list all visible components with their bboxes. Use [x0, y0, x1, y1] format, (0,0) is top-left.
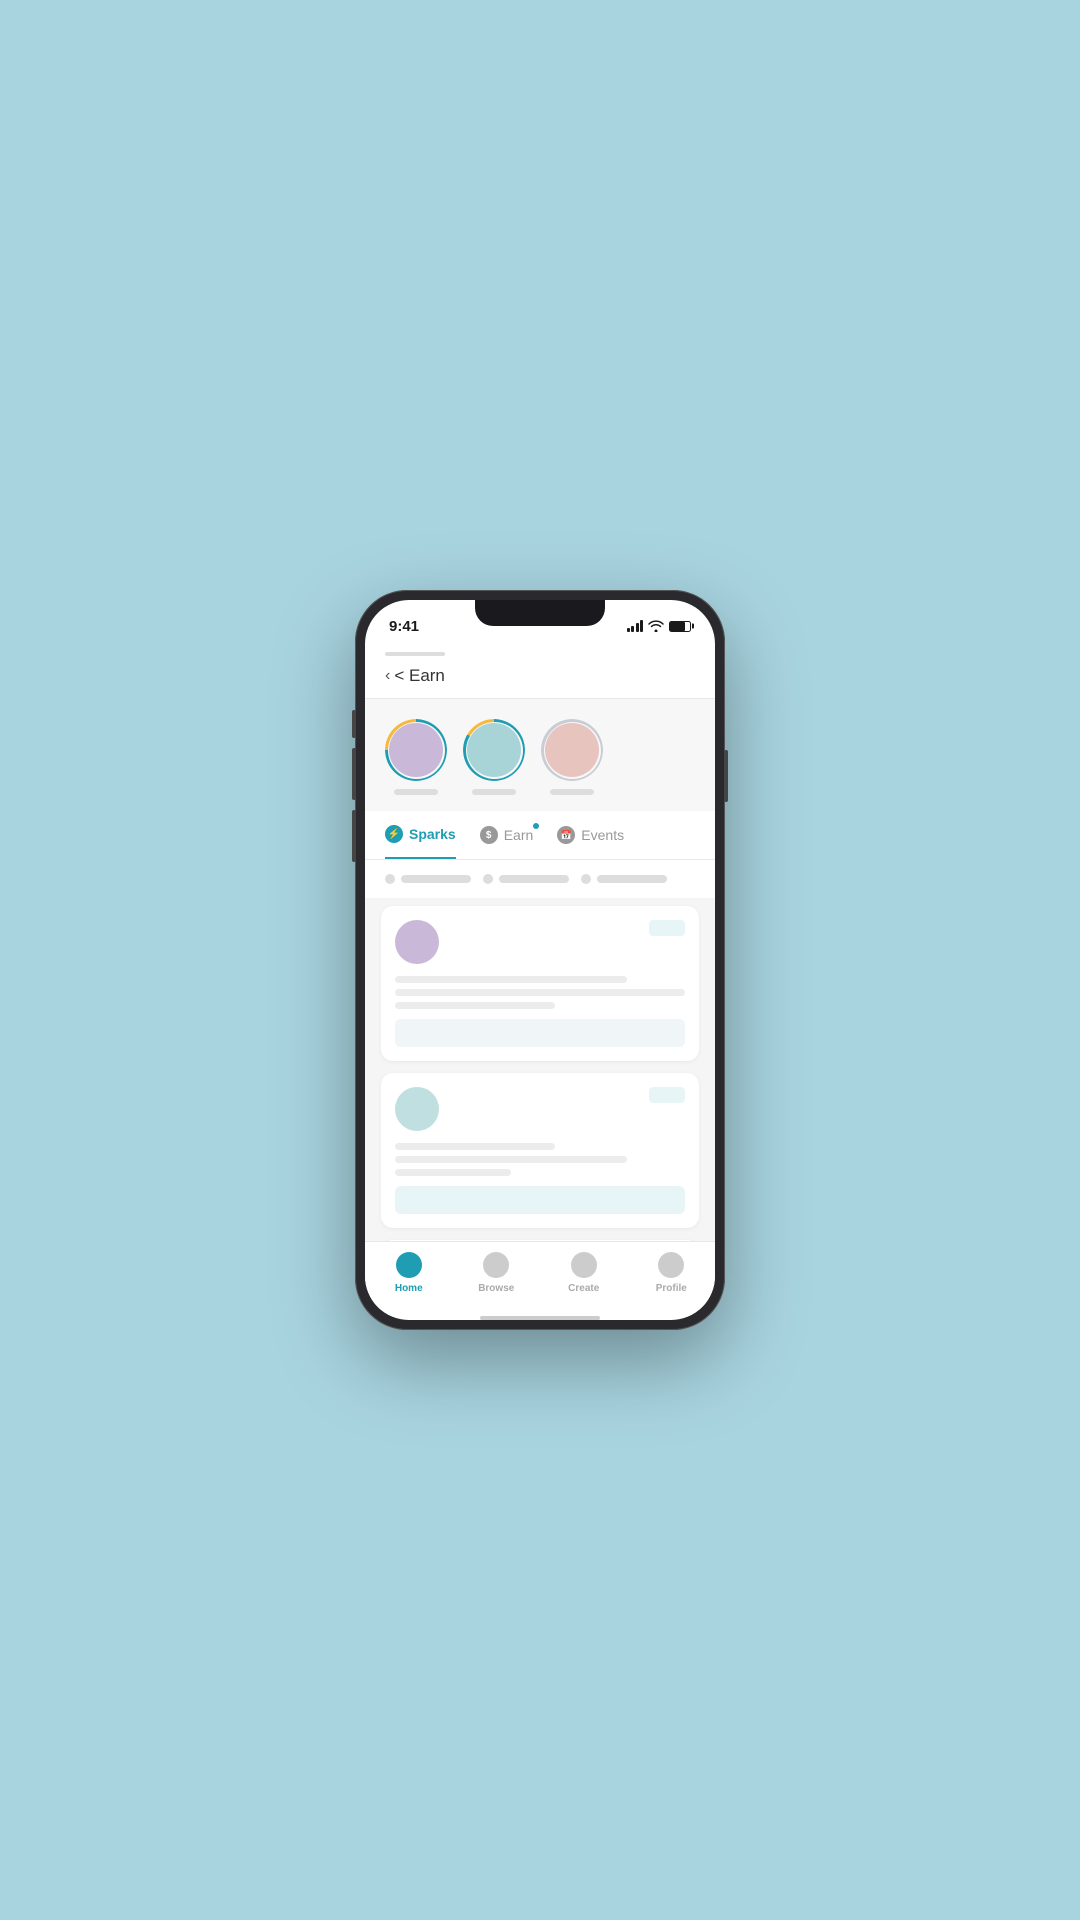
- story-item-1[interactable]: [385, 719, 447, 795]
- browse-nav-label: Browse: [478, 1283, 514, 1294]
- card-1-line-2: [395, 989, 685, 996]
- card-1-avatar: [395, 920, 439, 964]
- stories-row: [365, 699, 715, 811]
- card-2-avatar: [395, 1087, 439, 1131]
- filter-dot-3: [581, 874, 591, 884]
- story-label-3: [550, 789, 594, 795]
- filter-chip-3[interactable]: [581, 874, 667, 884]
- status-time: 9:41: [389, 618, 419, 635]
- events-icon: 📅: [557, 826, 575, 844]
- filter-text-1: [401, 875, 471, 883]
- earn-notification-dot: [533, 823, 539, 829]
- story-avatar-inner-2: [467, 723, 521, 777]
- phone-frame: 9:41: [355, 590, 725, 1330]
- back-chevron-icon: ‹: [385, 667, 390, 685]
- story-item-3[interactable]: [541, 719, 603, 795]
- breadcrumb-line: [385, 652, 445, 656]
- profile-nav-icon: [658, 1252, 684, 1278]
- filter-text-2: [499, 875, 569, 883]
- cards-container: [365, 898, 715, 1241]
- tab-sparks[interactable]: ⚡ Sparks: [385, 811, 456, 859]
- story-avatar-2: [463, 719, 525, 781]
- signal-bar-2: [631, 626, 634, 632]
- screen-content: ‹ < Earn: [365, 644, 715, 1241]
- story-avatar-inner-1: [389, 723, 443, 777]
- earn-icon: $: [480, 826, 498, 844]
- story-avatar-3: [541, 719, 603, 781]
- card-2-action[interactable]: [395, 1186, 685, 1214]
- card-2-line-3: [395, 1169, 511, 1176]
- status-icons: [627, 620, 692, 632]
- card-2-lines: [395, 1143, 685, 1176]
- header: ‹ < Earn: [365, 644, 715, 698]
- card-1-top: [395, 920, 685, 964]
- signal-bar-3: [636, 623, 639, 632]
- card-2-top: [395, 1087, 685, 1131]
- story-item-2[interactable]: [463, 719, 525, 795]
- tab-earn[interactable]: $ Earn: [480, 811, 534, 859]
- filter-dot-2: [483, 874, 493, 884]
- volume-down-button: [352, 810, 356, 862]
- tabs-container: ⚡ Sparks $ Earn 📅 Events: [365, 811, 715, 860]
- battery-icon: [669, 621, 691, 632]
- signal-bar-1: [627, 628, 630, 632]
- card-1-line-3: [395, 1002, 555, 1009]
- home-nav-label: Home: [395, 1283, 423, 1294]
- card-1-line-1: [395, 976, 627, 983]
- story-avatar-inner-3: [545, 723, 599, 777]
- tab-events-label: Events: [581, 827, 624, 843]
- nav-create[interactable]: Create: [540, 1252, 628, 1294]
- nav-profile[interactable]: Profile: [628, 1252, 716, 1294]
- card-1-badge: [649, 920, 685, 936]
- phone-screen: 9:41: [365, 600, 715, 1320]
- card-2[interactable]: [381, 1073, 699, 1228]
- card-1[interactable]: [381, 906, 699, 1061]
- story-label-1: [394, 789, 438, 795]
- back-navigation[interactable]: ‹ < Earn: [385, 666, 695, 686]
- tab-sparks-label: Sparks: [409, 826, 456, 842]
- notch: [475, 600, 605, 626]
- home-indicator: [480, 1316, 600, 1320]
- filter-chip-1[interactable]: [385, 874, 471, 884]
- signal-icon: [627, 620, 644, 632]
- filter-dot-1: [385, 874, 395, 884]
- story-label-2: [472, 789, 516, 795]
- page-title: < Earn: [394, 666, 445, 686]
- filter-chip-2[interactable]: [483, 874, 569, 884]
- nav-browse[interactable]: Browse: [453, 1252, 541, 1294]
- create-nav-icon: [571, 1252, 597, 1278]
- card-1-lines: [395, 976, 685, 1009]
- power-button: [724, 750, 728, 802]
- wifi-icon: [648, 620, 664, 632]
- create-nav-label: Create: [568, 1283, 599, 1294]
- story-avatar-1: [385, 719, 447, 781]
- tab-events[interactable]: 📅 Events: [557, 811, 624, 859]
- card-2-line-2: [395, 1156, 627, 1163]
- home-nav-icon: [396, 1252, 422, 1278]
- volume-up-button: [352, 748, 356, 800]
- side-buttons-right: [724, 750, 728, 802]
- card-2-badge: [649, 1087, 685, 1103]
- silent-switch: [352, 710, 356, 738]
- filter-text-3: [597, 875, 667, 883]
- signal-bar-4: [640, 620, 643, 632]
- card-2-line-1: [395, 1143, 555, 1150]
- filter-row: [365, 860, 715, 898]
- side-buttons-left: [352, 710, 356, 862]
- profile-nav-label: Profile: [656, 1283, 687, 1294]
- sparks-icon: ⚡: [385, 825, 403, 843]
- browse-nav-icon: [483, 1252, 509, 1278]
- card-1-action[interactable]: [395, 1019, 685, 1047]
- nav-home[interactable]: Home: [365, 1252, 453, 1294]
- bottom-nav: Home Browse Create Profile: [365, 1241, 715, 1310]
- tab-earn-label: Earn: [504, 827, 534, 843]
- battery-fill: [670, 622, 685, 631]
